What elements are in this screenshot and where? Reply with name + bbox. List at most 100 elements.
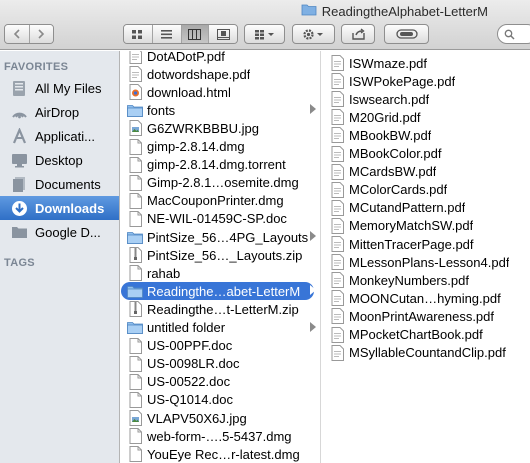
file-row-mlessonplans-lesson4-pdf[interactable]: MLessonPlans-Lesson4.pdf [322, 253, 530, 271]
dmg-icon [127, 192, 143, 209]
back-button[interactable] [5, 25, 30, 43]
file-name: Iswsearch.pdf [349, 91, 430, 107]
file-row-rahab[interactable]: rahab [121, 264, 320, 282]
file-row-fonts[interactable]: fonts [121, 101, 320, 119]
file-row-gimp-2-8-1-osemite-dmg[interactable]: Gimp-2.8.1…osemite.dmg [121, 174, 320, 192]
downloads-column: DotADotP.pdf dotwordshape.pdf download.htm… [121, 51, 321, 463]
file-row-g6zwrkbbbu-jpg[interactable]: G6ZWRKBBBU.jpg [121, 119, 320, 137]
file-name: MBookColor.pdf [349, 146, 442, 161]
sidebar-item-all-my-files[interactable]: All My Files [0, 76, 119, 100]
file-row-dotadotp-pdf[interactable]: DotADotP.pdf [121, 51, 320, 65]
file-row-monkeynumbers-pdf[interactable]: MonkeyNumbers.pdf [322, 271, 530, 289]
file-row-msyllablecountandclip-pdf[interactable]: MSyllableCountandClip.pdf [322, 344, 530, 362]
file-row-iswpokepage-pdf[interactable]: ISWPokePage.pdf [322, 72, 530, 90]
file-row-memorymatchsw-pdf[interactable]: MemoryMatchSW.pdf [322, 217, 530, 235]
arrange-icon [254, 29, 274, 39]
file-row-m20grid-pdf[interactable]: M20Grid.pdf [322, 108, 530, 126]
chevron-left-icon [13, 29, 20, 39]
disclosure-arrow-icon [310, 285, 316, 296]
folder-icon [127, 102, 143, 118]
file-name: PintSize_56…_Layouts.zip [147, 247, 303, 263]
sidebar-item-airdrop[interactable]: AirDrop [0, 100, 119, 124]
folder-icon [127, 229, 143, 245]
file-row-moonprintawareness-pdf[interactable]: MoonPrintAwareness.pdf [322, 307, 530, 325]
file-name: dotwordshape.pdf [147, 66, 251, 82]
desktop-icon [10, 151, 28, 169]
sidebar-item-label: Desktop [35, 152, 83, 168]
cover-flow-button[interactable] [209, 25, 237, 43]
sidebar-item-label: All My Files [35, 80, 102, 96]
file-row-mbookcolor-pdf[interactable]: MBookColor.pdf [322, 145, 530, 163]
sidebar-item-documents[interactable]: Documents [0, 172, 119, 196]
file-name: YouEye Rec…r-latest.dmg [147, 446, 300, 462]
applications-icon [10, 127, 28, 145]
file-row-mittentracerpage-pdf[interactable]: MittenTracerPage.pdf [322, 235, 530, 253]
file-name: download.html [147, 84, 231, 100]
icon-view-button[interactable] [124, 25, 153, 43]
file-name: Readingthe…t-LetterM.zip [147, 301, 299, 317]
file-row-gimp-2-8-14-dmg-torrent[interactable]: gimp-2.8.14.dmg.torrent [121, 156, 320, 174]
folder-icon [127, 283, 143, 299]
file-row-us-00ppf-doc[interactable]: US-00PPF.doc [121, 337, 320, 355]
documents-icon [10, 175, 28, 193]
file-name: MittenTracerPage.pdf [349, 236, 474, 252]
file-row-mbookbw-pdf[interactable]: MBookBW.pdf [322, 126, 530, 144]
file-name: MOONCutan…hyming.pdf [349, 290, 501, 306]
file-row-vlapv50x6j-jpg[interactable]: VLAPV50X6J.jpg [121, 409, 320, 427]
file-row-mcolorcards-pdf[interactable]: MColorCards.pdf [322, 181, 530, 199]
file-row-web-form-5-5437-dmg[interactable]: web-form-….5-5437.dmg [121, 427, 320, 445]
doc-icon [127, 373, 143, 390]
search-icon [504, 29, 515, 40]
pdf-icon [329, 199, 345, 216]
file-row-iswsearch-pdf[interactable]: Iswsearch.pdf [322, 90, 530, 108]
file-row-dotwordshape-pdf[interactable]: dotwordshape.pdf [121, 65, 320, 83]
pdf-icon [329, 272, 345, 289]
file-row-iswmaze-pdf[interactable]: ISWmaze.pdf [322, 54, 530, 72]
file-row-readingthe-abet-letterm[interactable]: Readingthe…abet-LetterM [121, 282, 320, 301]
file-row-readingthe-t-letterm-zip[interactable]: Readingthe…t-LetterM.zip [121, 300, 320, 318]
file-name: gimp-2.8.14.dmg.torrent [147, 157, 286, 173]
pdf-icon [127, 51, 143, 64]
file-row-untitled-folder[interactable]: untitled folder [121, 319, 320, 337]
file-row-maccouponprinter-dmg[interactable]: MacCouponPrinter.dmg [121, 192, 320, 210]
pdf-icon [329, 109, 345, 126]
share-button[interactable] [341, 24, 375, 44]
file-name: US-Q1014.doc [147, 392, 233, 408]
file-row-us-0098lr-doc[interactable]: US-0098LR.doc [121, 355, 320, 373]
zip-icon [127, 247, 143, 264]
sidebar-item-google-drive[interactable]: Google D... [0, 220, 119, 244]
pdf-icon [329, 344, 345, 361]
tag-button[interactable] [384, 24, 429, 44]
sidebar-item-applications[interactable]: Applicati... [0, 124, 119, 148]
file-row-pintsize-56-4pg-layouts[interactable]: PintSize_56…4PG_Layouts [121, 228, 320, 246]
file-row-mcardsbw-pdf[interactable]: MCardsBW.pdf [322, 163, 530, 181]
search-field[interactable] [497, 24, 530, 44]
file-row-us-q1014-doc[interactable]: US-Q1014.doc [121, 391, 320, 409]
file-row-mooncutan-hyming-pdf[interactable]: MOONCutan…hyming.pdf [322, 289, 530, 307]
file-row-download-html[interactable]: download.html [121, 83, 320, 101]
arrange-button[interactable] [244, 24, 285, 44]
all-files-icon [10, 79, 28, 97]
file-name: MCardsBW.pdf [349, 164, 437, 180]
file-row-us-00522-doc[interactable]: US-00522.doc [121, 373, 320, 391]
column-view-button[interactable] [181, 25, 210, 43]
file-name: Gimp-2.8.1…osemite.dmg [147, 175, 299, 191]
sidebar-item-downloads[interactable]: Downloads [0, 196, 119, 220]
window-titlebar: ReadingtheAlphabet-LetterM [0, 0, 530, 50]
file-row-mcutandpattern-pdf[interactable]: MCutandPattern.pdf [322, 199, 530, 217]
file-name: MLessonPlans-Lesson4.pdf [349, 254, 510, 270]
list-view-button[interactable] [152, 25, 182, 43]
file-row-ne-wil-01459c-sp-doc[interactable]: NE-WIL-01459C-SP.doc [121, 210, 320, 228]
html-icon [127, 84, 143, 101]
file-row-mpocketchartbook-pdf[interactable]: MPocketChartBook.pdf [322, 326, 530, 344]
sidebar-item-desktop[interactable]: Desktop [0, 148, 119, 172]
file-row-youeye-rec-r-latest-dmg[interactable]: YouEye Rec…r-latest.dmg [121, 445, 320, 463]
navigation-buttons [4, 24, 54, 44]
image-icon [127, 120, 143, 137]
forward-button[interactable] [29, 25, 53, 43]
file-row-gimp-2-8-14-dmg[interactable]: gimp-2.8.14.dmg [121, 138, 320, 156]
file-row-pintsize-56-layouts-zip[interactable]: PintSize_56…_Layouts.zip [121, 246, 320, 264]
file-name: Readingthe…abet-LetterM [147, 283, 301, 299]
file-name: VLAPV50X6J.jpg [147, 410, 247, 426]
action-button[interactable] [292, 24, 335, 44]
